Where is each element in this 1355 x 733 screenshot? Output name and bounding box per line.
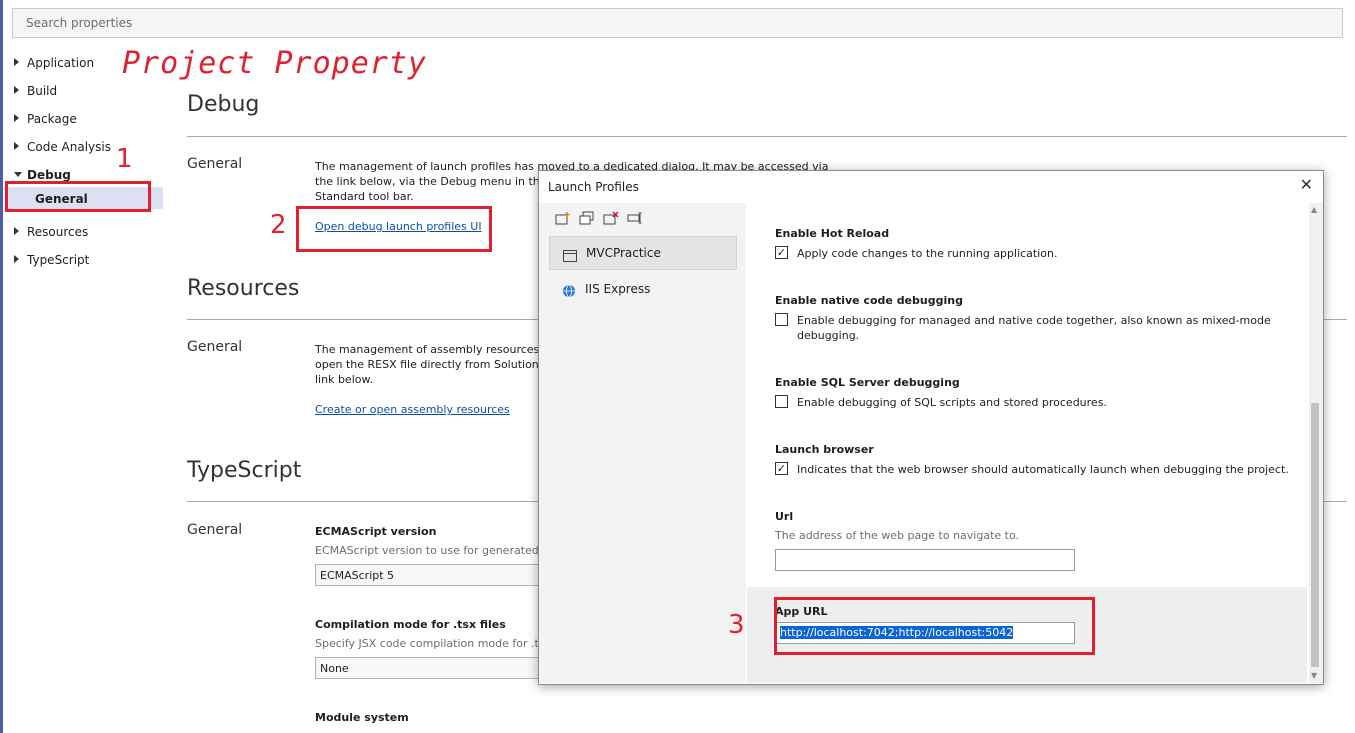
- resources-description-line1: The management of assembly resources n: [315, 343, 550, 356]
- launch-browser-checkbox[interactable]: ✓: [775, 462, 788, 475]
- annotation-number-1: 1: [116, 144, 133, 174]
- profile-item-iis-express[interactable]: IIS Express: [549, 278, 737, 302]
- nav-item-application[interactable]: Application: [27, 56, 94, 70]
- profile-label: IIS Express: [585, 282, 651, 296]
- profiles-sidebar: [539, 203, 746, 683]
- expand-arrow-icon[interactable]: [14, 114, 19, 122]
- nav-item-package[interactable]: Package: [27, 112, 77, 126]
- section-title-resources: Resources: [187, 276, 300, 301]
- hot-reload-text: Apply code changes to the running applic…: [797, 247, 1058, 260]
- annotation-number-3: 3: [728, 610, 745, 640]
- resources-description-line3: link below.: [315, 373, 373, 386]
- create-assembly-resources-link[interactable]: Create or open assembly resources: [315, 403, 510, 416]
- hot-reload-label: Enable Hot Reload: [775, 227, 890, 240]
- section-title-typescript: TypeScript: [187, 458, 302, 483]
- new-profile-icon[interactable]: [555, 211, 571, 225]
- annotation-box-3: [774, 597, 1095, 655]
- nav-item-build[interactable]: Build: [27, 84, 57, 98]
- native-debugging-text-line2: debugging.: [797, 329, 860, 342]
- profile-label: MVCPractice: [586, 246, 661, 260]
- debug-description-line2: the link below, via the Debug menu in th…: [315, 175, 547, 188]
- sql-debugging-label: Enable SQL Server debugging: [775, 376, 960, 389]
- section-title-debug: Debug: [187, 92, 260, 117]
- profile-window-icon: [563, 247, 577, 266]
- launch-browser-text: Indicates that the web browser should au…: [797, 463, 1289, 476]
- scroll-up-icon[interactable]: ▲: [1311, 205, 1317, 214]
- url-description: The address of the web page to navigate …: [775, 529, 1019, 542]
- search-placeholder: Search properties: [26, 16, 133, 30]
- expand-arrow-icon[interactable]: [14, 142, 19, 150]
- ecmascript-version-value: ECMAScript 5: [320, 569, 395, 582]
- window-edge: [0, 0, 3, 733]
- sql-debugging-text: Enable debugging of SQL scripts and stor…: [797, 396, 1107, 409]
- url-input[interactable]: [775, 549, 1075, 571]
- module-system-label: Module system: [315, 711, 409, 724]
- nav-item-typescript[interactable]: TypeScript: [27, 253, 89, 267]
- close-icon[interactable]: ✕: [1300, 175, 1313, 194]
- rename-profile-icon[interactable]: [627, 211, 643, 225]
- ecmascript-version-label: ECMAScript version: [315, 525, 437, 538]
- ecmascript-version-description: ECMAScript version to use for generated …: [315, 544, 553, 557]
- group-label-general: General: [187, 156, 243, 172]
- hot-reload-checkbox[interactable]: ✓: [775, 246, 788, 259]
- sql-debugging-checkbox[interactable]: [775, 395, 788, 408]
- annotation-title: Project Property: [122, 46, 427, 81]
- group-label-general: General: [187, 522, 243, 538]
- expand-arrow-icon[interactable]: [14, 58, 19, 66]
- tsx-compilation-value: None: [320, 662, 349, 675]
- nav-item-code-analysis[interactable]: Code Analysis: [27, 140, 111, 154]
- debug-description-line3: Standard tool bar.: [315, 190, 414, 203]
- scroll-down-icon[interactable]: ▼: [1311, 671, 1317, 680]
- annotation-box-1: [5, 181, 151, 212]
- url-label: Url: [775, 510, 794, 523]
- launch-browser-label: Launch browser: [775, 443, 874, 456]
- tsx-compilation-description: Specify JSX code compilation mode for .t…: [315, 637, 552, 650]
- copy-profile-icon[interactable]: [579, 211, 595, 225]
- nav-item-debug[interactable]: Debug: [27, 168, 71, 182]
- expand-arrow-icon[interactable]: [14, 255, 19, 263]
- tsx-compilation-select[interactable]: None: [315, 657, 545, 679]
- iis-globe-icon: [562, 283, 576, 302]
- ecmascript-version-select[interactable]: ECMAScript 5: [315, 564, 545, 586]
- collapse-arrow-icon[interactable]: [14, 172, 22, 177]
- native-debugging-text-line1: Enable debugging for managed and native …: [797, 314, 1271, 327]
- expand-arrow-icon[interactable]: [14, 227, 19, 235]
- section-divider: [187, 136, 1347, 137]
- annotation-number-2: 2: [270, 210, 287, 240]
- annotation-box-2: [296, 206, 492, 252]
- scrollbar-thumb[interactable]: [1311, 403, 1319, 667]
- expand-arrow-icon[interactable]: [14, 86, 19, 94]
- group-label-general: General: [187, 339, 243, 355]
- profile-item-mvcpractice[interactable]: MVCPractice: [549, 236, 737, 270]
- search-input[interactable]: Search properties: [12, 8, 1343, 38]
- tsx-compilation-label: Compilation mode for .tsx files: [315, 618, 506, 631]
- native-debugging-label: Enable native code debugging: [775, 294, 963, 307]
- nav-item-resources[interactable]: Resources: [27, 225, 88, 239]
- resources-description-line2: open the RESX file directly from Solutio…: [315, 358, 550, 371]
- delete-profile-icon[interactable]: [603, 211, 619, 225]
- native-debugging-checkbox[interactable]: [775, 313, 788, 326]
- dialog-title: Launch Profiles: [548, 180, 639, 194]
